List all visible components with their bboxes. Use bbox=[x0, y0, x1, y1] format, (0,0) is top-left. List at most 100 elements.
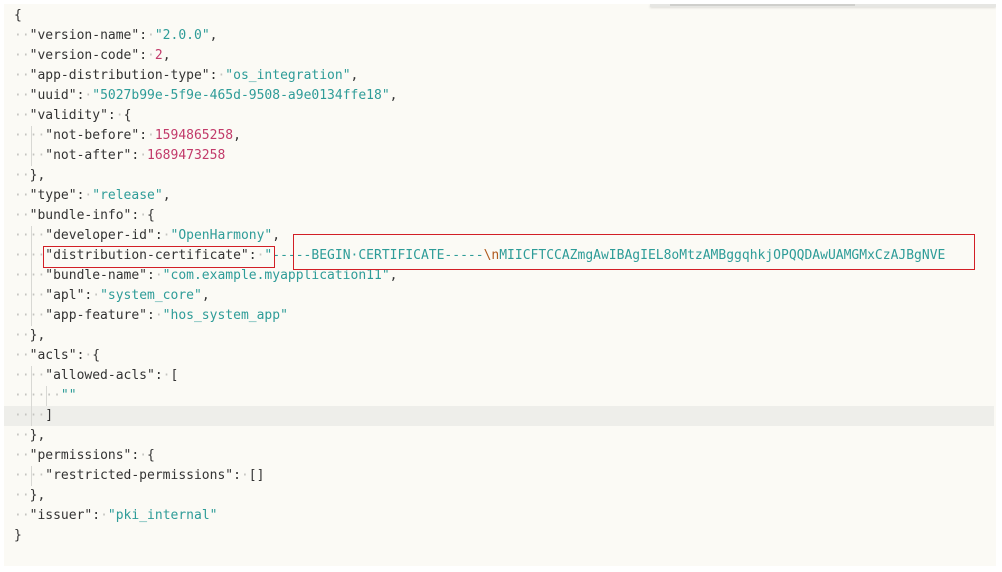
json-punctuation: : bbox=[139, 128, 148, 143]
json-punctuation: : bbox=[147, 308, 155, 323]
json-key: "version-code" bbox=[29, 48, 140, 63]
code-text: "allowed-acls":·[ bbox=[45, 366, 178, 386]
json-key: "type" bbox=[29, 188, 77, 203]
code-text: "developer-id":·"OpenHarmony", bbox=[45, 226, 280, 246]
code-text: "version-code":·2, bbox=[30, 46, 171, 66]
indent-guide bbox=[30, 466, 32, 486]
json-punctuation: , bbox=[350, 68, 359, 83]
json-string: "5027b99e-5f9e-465d-9508-a9e0134ffe18" bbox=[92, 88, 390, 103]
minimap-scrollbar[interactable] bbox=[650, 4, 996, 7]
indent-whitespace: ·· bbox=[14, 208, 30, 223]
whitespace-marker: · bbox=[147, 28, 155, 43]
indent-whitespace: ·· bbox=[14, 188, 30, 203]
json-key: "allowed-acls" bbox=[45, 368, 155, 383]
whitespace-marker: · bbox=[162, 228, 171, 243]
json-key: "developer-id" bbox=[45, 228, 155, 243]
whitespace-marker: · bbox=[147, 128, 155, 143]
json-punctuation: : bbox=[92, 508, 101, 523]
indent-whitespace: ·· bbox=[14, 348, 30, 363]
json-punctuation: { bbox=[147, 448, 155, 463]
code-text: "permissions":·{ bbox=[30, 446, 155, 466]
code-text: }, bbox=[30, 426, 46, 446]
code-text: }, bbox=[30, 326, 46, 346]
json-key: "distribution-certificate" bbox=[45, 248, 249, 263]
json-string: "-----BEGIN·CERTIFICATE----- bbox=[264, 248, 484, 263]
code-text: }, bbox=[30, 166, 46, 186]
code-text: "app-feature":·"hos_system_app" bbox=[45, 306, 288, 326]
json-key: "bundle-name" bbox=[45, 268, 148, 283]
code-text: }, bbox=[30, 486, 46, 506]
json-key: "restricted-permissions" bbox=[45, 468, 234, 483]
json-number: 2 bbox=[154, 48, 163, 63]
json-key: "issuer" bbox=[29, 508, 93, 523]
whitespace-marker: · bbox=[240, 468, 249, 483]
json-punctuation: : bbox=[107, 108, 116, 123]
indent-guide bbox=[30, 226, 32, 326]
json-key: "not-before" bbox=[45, 128, 140, 143]
json-string: MIICFTCCAZmgAwIBAgIEL8oMtzAMBggqhkjOPQQD… bbox=[499, 248, 946, 263]
json-string: "release" bbox=[92, 188, 163, 203]
json-number: 1689473258 bbox=[147, 148, 226, 163]
json-punctuation: , bbox=[201, 288, 210, 303]
indent-guide bbox=[30, 126, 32, 166]
indent-whitespace: ·· bbox=[14, 448, 30, 463]
json-punctuation: [ bbox=[170, 368, 179, 383]
json-punctuation: ] bbox=[45, 408, 54, 423]
json-punctuation: : bbox=[248, 248, 257, 263]
code-text: "app-distribution-type":·"os_integration… bbox=[30, 66, 359, 86]
json-punctuation: [] bbox=[248, 468, 265, 483]
json-punctuation: }, bbox=[29, 168, 46, 183]
indent-whitespace: ·· bbox=[14, 28, 30, 43]
indent-whitespace: ·· bbox=[14, 68, 30, 83]
json-punctuation: : bbox=[131, 148, 140, 163]
json-key: "version-name" bbox=[29, 28, 140, 43]
code-text: } bbox=[14, 526, 22, 546]
code-text: ] bbox=[45, 406, 53, 426]
indent-whitespace: ······ bbox=[14, 388, 61, 403]
code-text: "type":·"release", bbox=[30, 186, 171, 206]
json-punctuation: : bbox=[139, 48, 148, 63]
code-text: "not-before":·1594865258, bbox=[45, 126, 241, 146]
json-punctuation: : bbox=[139, 28, 148, 43]
whitespace-marker: · bbox=[162, 368, 171, 383]
json-punctuation: , bbox=[272, 228, 281, 243]
json-punctuation: : bbox=[233, 468, 241, 483]
code-text: "acls":·{ bbox=[30, 346, 100, 366]
code-text: "version-name":·"2.0.0", bbox=[30, 26, 218, 46]
code-text: "validity":·{ bbox=[30, 106, 132, 126]
json-punctuation: , bbox=[162, 188, 171, 203]
whitespace-marker: · bbox=[139, 208, 148, 223]
json-key: "validity" bbox=[29, 108, 108, 123]
json-string: "com.example.myapplication11" bbox=[162, 268, 390, 283]
indent-whitespace: ·· bbox=[14, 168, 30, 183]
json-punctuation: { bbox=[92, 348, 101, 363]
json-string: "hos_system_app" bbox=[162, 308, 288, 323]
code-text: "restricted-permissions":·[] bbox=[45, 466, 264, 486]
code-editor[interactable]: {·· "version-name":·"2.0.0", ·· "version-co… bbox=[4, 4, 996, 566]
whitespace-marker: · bbox=[154, 268, 163, 283]
escape-sequence: \n bbox=[483, 248, 500, 263]
code-text: "apl":·"system_core", bbox=[45, 286, 209, 306]
json-punctuation: }, bbox=[29, 328, 46, 343]
json-key: "bundle-info" bbox=[29, 208, 132, 223]
json-punctuation: : bbox=[154, 368, 163, 383]
code-text: "issuer":·"pki_internal" bbox=[30, 506, 218, 526]
json-punctuation: }, bbox=[29, 488, 46, 503]
json-key: "not-after" bbox=[45, 148, 132, 163]
json-punctuation: , bbox=[233, 128, 241, 143]
indent-whitespace: ·· bbox=[14, 48, 30, 63]
indent-whitespace: ·· bbox=[14, 488, 30, 503]
code-text: "" bbox=[61, 386, 77, 406]
json-punctuation: } bbox=[14, 528, 22, 543]
whitespace-marker: · bbox=[139, 448, 148, 463]
json-string: "" bbox=[60, 388, 77, 403]
code-text: "distribution-certificate":·"-----BEGIN·… bbox=[45, 246, 945, 266]
indent-whitespace: ·· bbox=[14, 428, 30, 443]
minimap-thumb[interactable] bbox=[670, 4, 855, 6]
code-line[interactable]: ····] bbox=[4, 406, 994, 426]
whitespace-marker: · bbox=[154, 308, 163, 323]
json-punctuation: : bbox=[147, 268, 155, 283]
json-key: "app-distribution-type" bbox=[29, 68, 210, 83]
json-number: 1594865258 bbox=[154, 128, 234, 143]
json-punctuation: { bbox=[147, 208, 155, 223]
